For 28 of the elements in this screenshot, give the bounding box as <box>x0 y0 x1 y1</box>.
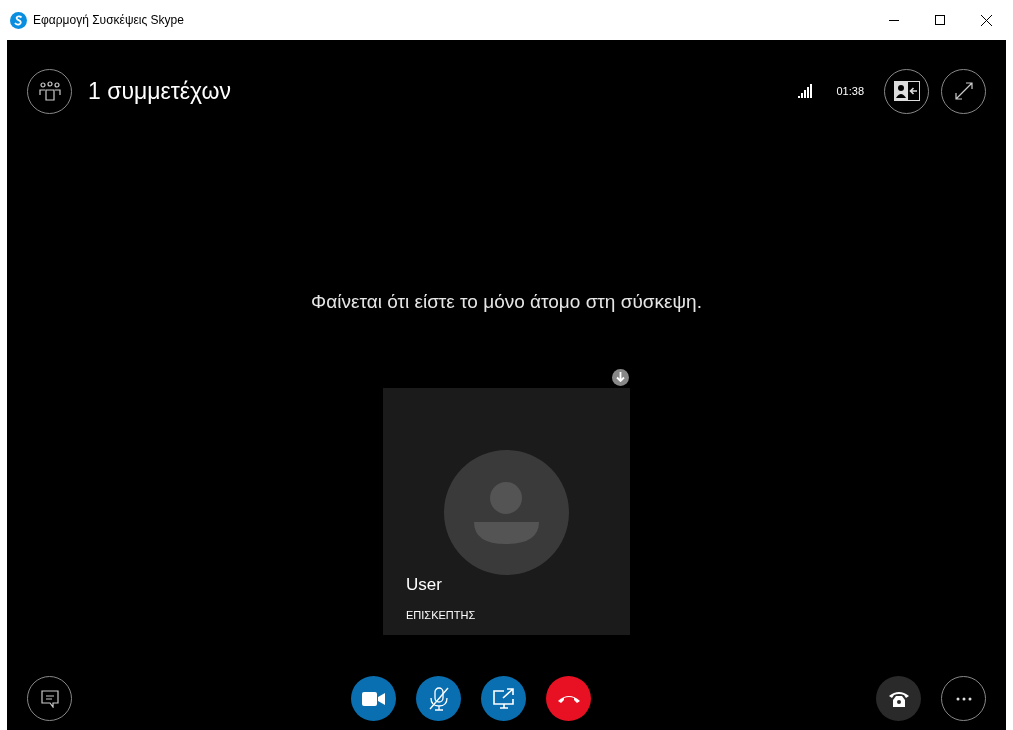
people-icon <box>38 81 61 101</box>
call-timer: 01:38 <box>836 83 864 99</box>
signal-strength-icon <box>798 84 815 98</box>
telephone-icon <box>887 689 910 708</box>
hang-up-button[interactable] <box>546 676 591 721</box>
dial-pad-button[interactable] <box>876 676 921 721</box>
microphone-button[interactable] <box>416 676 461 721</box>
chat-bubble-icon <box>40 689 59 708</box>
monitor-arrow-icon <box>491 687 516 710</box>
more-icon <box>955 696 972 701</box>
participant-name: User <box>406 573 442 596</box>
down-arrow-icon <box>616 372 625 382</box>
video-button[interactable] <box>351 676 396 721</box>
avatar-placeholder-icon <box>444 449 569 575</box>
minimize-icon <box>889 19 899 21</box>
phone-handset-icon <box>556 693 581 704</box>
share-screen-button[interactable] <box>481 676 526 721</box>
participant-count: 1 συμμετέχων <box>88 76 231 106</box>
skype-logo-icon <box>10 11 27 29</box>
maximize-icon <box>935 15 945 25</box>
window-title: Εφαρμογή Συσκέψεις Skype <box>33 12 184 29</box>
video-camera-icon <box>361 690 386 707</box>
alone-in-meeting-message: Φαίνεται ότι είστε το μόνο άτομο στη σύσκεψη. <box>311 290 702 314</box>
download-icon-button[interactable] <box>612 368 629 386</box>
close-icon <box>980 14 992 26</box>
muted-microphone-icon <box>427 686 450 711</box>
participant-role: ΕΠΙΣΚΕΠΤΗΣ <box>406 608 476 623</box>
expand-icon <box>953 81 974 101</box>
